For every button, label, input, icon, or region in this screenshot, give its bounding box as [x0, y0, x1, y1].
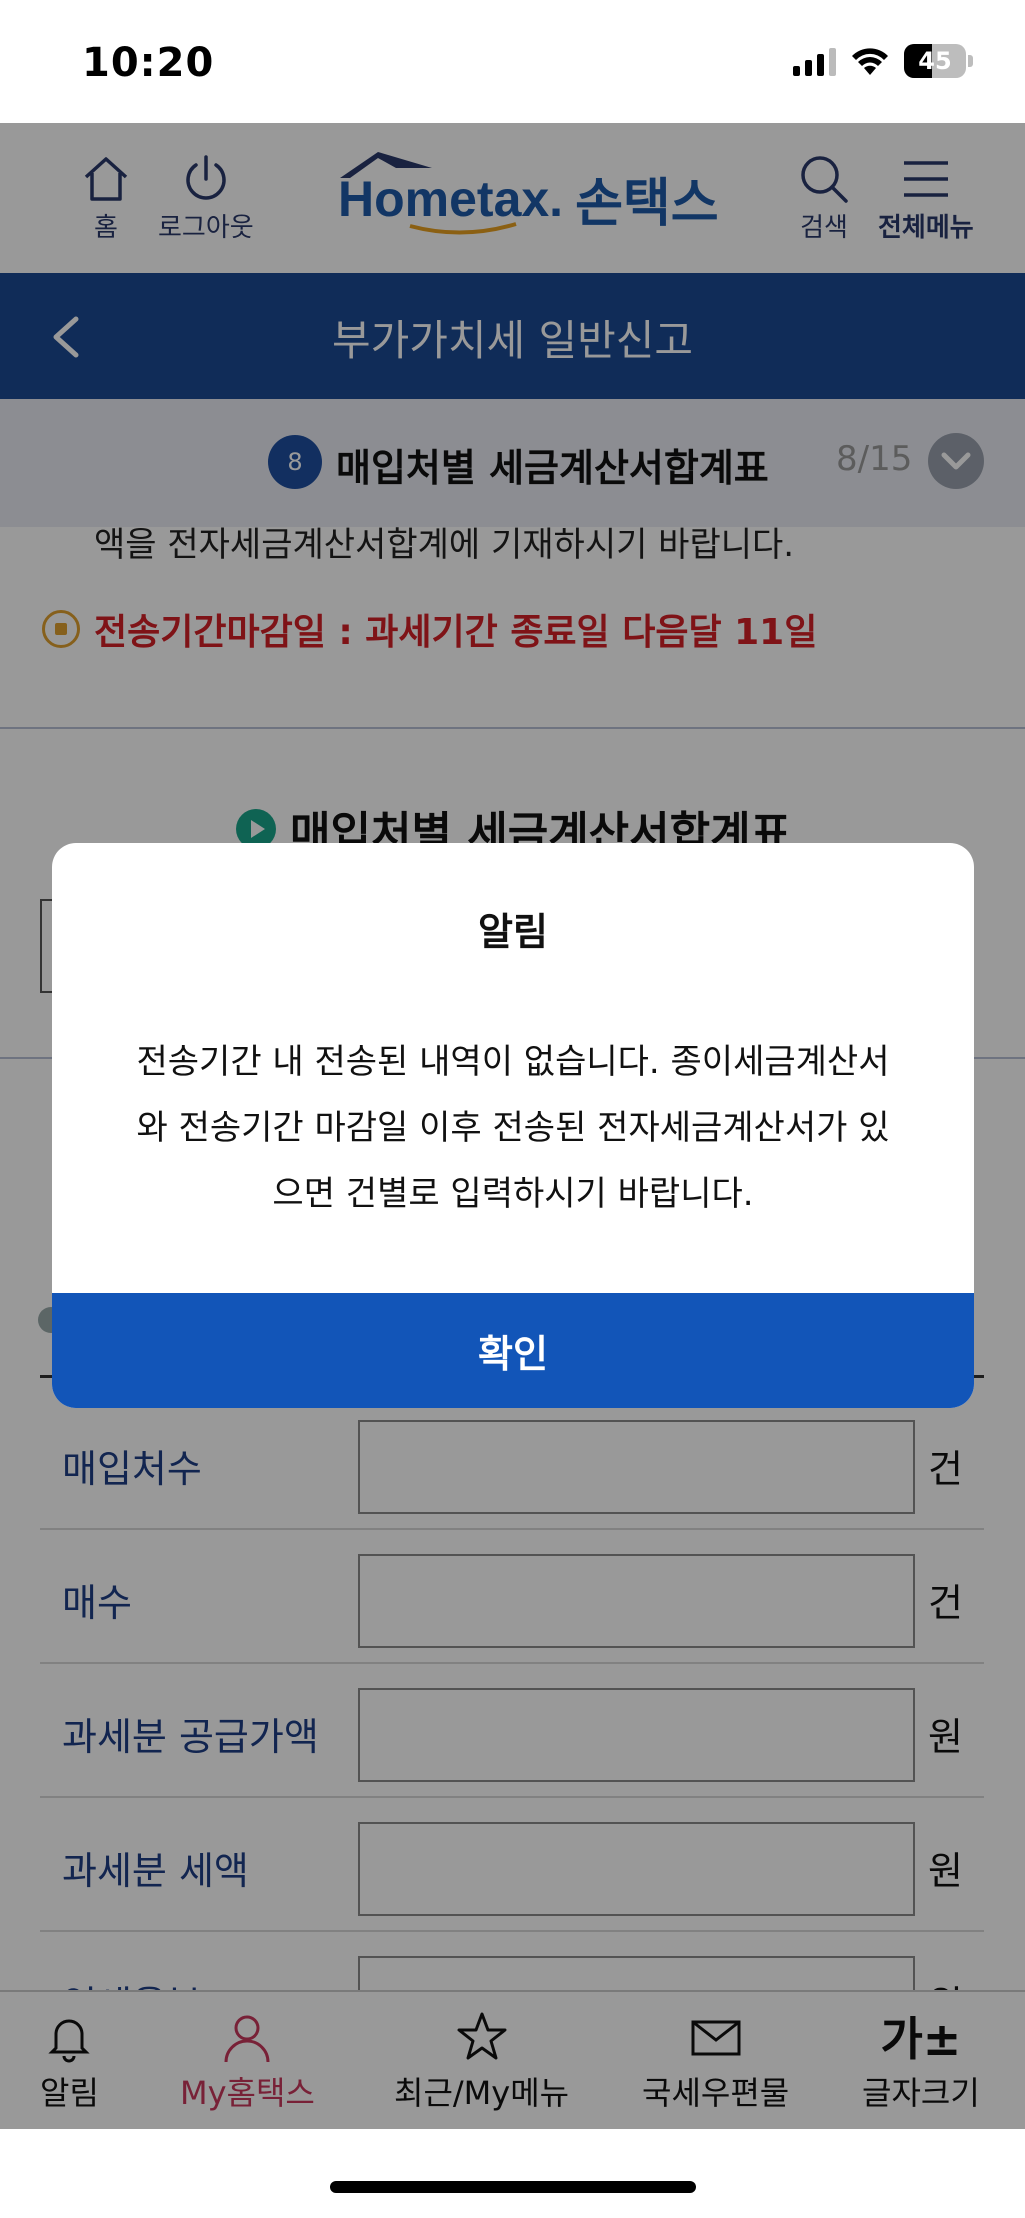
wifi-icon [852, 48, 888, 75]
home-indicator-area [0, 2129, 1025, 2218]
battery-level: 45 [918, 47, 952, 75]
confirm-button[interactable]: 확인 [52, 1293, 974, 1408]
dialog-message-line: 와 전송기간 마감일 이후 전송된 전자세금계산서가 있 [136, 1108, 890, 1148]
dialog-message-line: 으면 건별로 입력하시기 바랍니다. [272, 1174, 754, 1214]
dialog-message-line: 전송기간 내 전송된 내역이 없습니다. 종이세금계산서 [136, 1042, 890, 1082]
dialog-message: 전송기간 내 전송된 내역이 없습니다. 종이세금계산서 와 전송기간 마감일 … [102, 1029, 924, 1227]
alert-dialog: 알림 전송기간 내 전송된 내역이 없습니다. 종이세금계산서 와 전송기간 마… [52, 843, 974, 1408]
status-indicators: 45 [793, 44, 973, 78]
dialog-title: 알림 [478, 910, 548, 954]
battery-icon: 45 [904, 44, 966, 78]
cellular-signal-icon [793, 46, 836, 76]
status-bar: 10:20 45 [0, 0, 1025, 123]
status-time: 10:20 [82, 40, 215, 86]
home-indicator[interactable] [330, 2181, 696, 2193]
